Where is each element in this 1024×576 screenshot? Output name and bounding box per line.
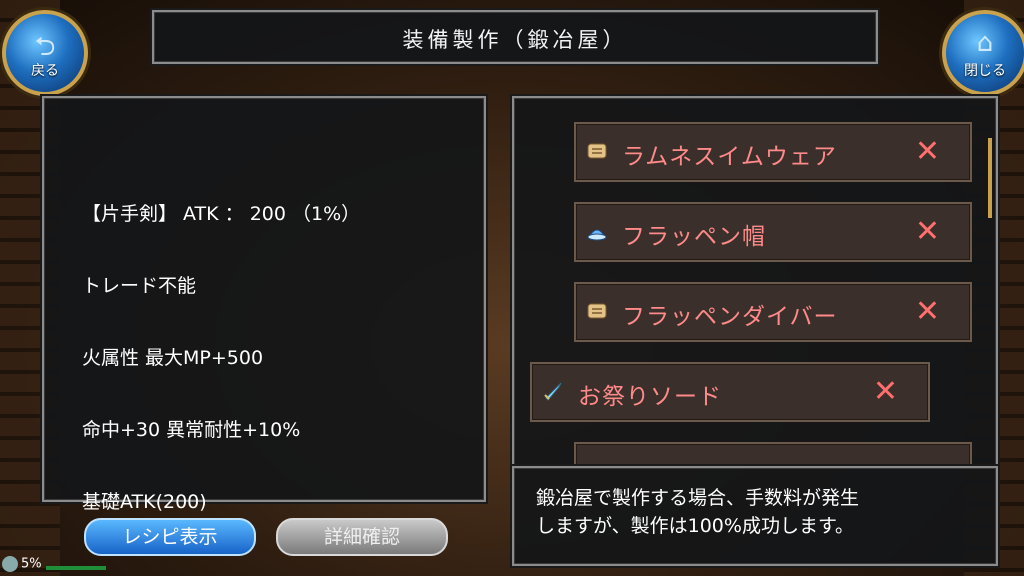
item-name: フラッペン帽 <box>622 224 766 250</box>
list-item[interactable]: フラッペン帽 ✕ <box>574 202 972 262</box>
list-item-selected[interactable]: お祭りソード ✕ <box>530 362 930 422</box>
item-name: ラムネスイムウェア <box>622 144 837 170</box>
home-icon: ⌂ <box>976 28 994 58</box>
item-name: お祭りソード <box>578 384 722 410</box>
remove-icon[interactable]: ✕ <box>915 134 940 169</box>
remove-icon[interactable]: ✕ <box>915 294 940 329</box>
recipe-view-button[interactable]: レシピ表示 <box>84 518 256 556</box>
remove-icon[interactable]: ✕ <box>915 214 940 249</box>
gear-icon <box>2 556 18 572</box>
close-button[interactable]: ⌂ 閉じる <box>942 10 1024 96</box>
info-line: トレード不能 <box>82 275 197 297</box>
list-item[interactable]: ラムネスイムウェア ✕ <box>574 122 972 182</box>
item-info-panel: 【片手剣】 ATK ： 200 （1%） トレード不能 火属性 最大MP+500… <box>42 96 486 513</box>
page-title: 装備製作（鍛冶屋） <box>402 28 628 52</box>
armor-icon <box>587 143 607 159</box>
status-percent: 5% <box>21 556 42 572</box>
remove-icon[interactable]: ✕ <box>873 374 898 409</box>
info-line: 命中+30 異常耐性+10% <box>82 419 301 441</box>
title-bar: 装備製作（鍛冶屋） <box>152 10 878 64</box>
message-line: 鍛冶屋で製作する場合、手数料が発生 <box>536 487 860 509</box>
list-item-partial[interactable] <box>574 442 972 466</box>
sword-icon <box>544 382 562 401</box>
back-button[interactable]: ⮌ 戻る <box>2 10 88 96</box>
info-line: 火属性 最大MP+500 <box>82 347 264 369</box>
recipe-list-panel[interactable]: ラムネスイムウェア ✕ フラッペン帽 ✕ フラッペンダイバー ✕ お祭りソード … <box>512 96 998 468</box>
close-label: 閉じる <box>964 63 1006 79</box>
message-text: 鍛冶屋で製作する場合、手数料が発生 しますが、製作は100%成功します。 <box>536 484 859 540</box>
armor-icon <box>587 303 607 319</box>
info-line: 基礎ATK(200) <box>82 491 207 513</box>
detail-confirm-button[interactable]: 詳細確認 <box>276 518 448 556</box>
message-line: しますが、製作は100%成功します。 <box>536 515 855 537</box>
back-label: 戻る <box>31 63 59 79</box>
message-panel: 鍛冶屋で製作する場合、手数料が発生 しますが、製作は100%成功します。 <box>512 466 998 566</box>
info-line: 【片手剣】 ATK ： 200 （1%） <box>82 203 361 225</box>
hat-icon <box>587 229 607 241</box>
progress-bar <box>46 566 106 570</box>
scrollbar[interactable] <box>988 138 992 218</box>
list-item[interactable]: フラッペンダイバー ✕ <box>574 282 972 342</box>
item-name: フラッペンダイバー <box>622 304 838 330</box>
status-indicator: 5% <box>2 556 42 572</box>
item-info-text: 【片手剣】 ATK ： 200 （1%） トレード不能 火属性 最大MP+500… <box>82 154 360 562</box>
